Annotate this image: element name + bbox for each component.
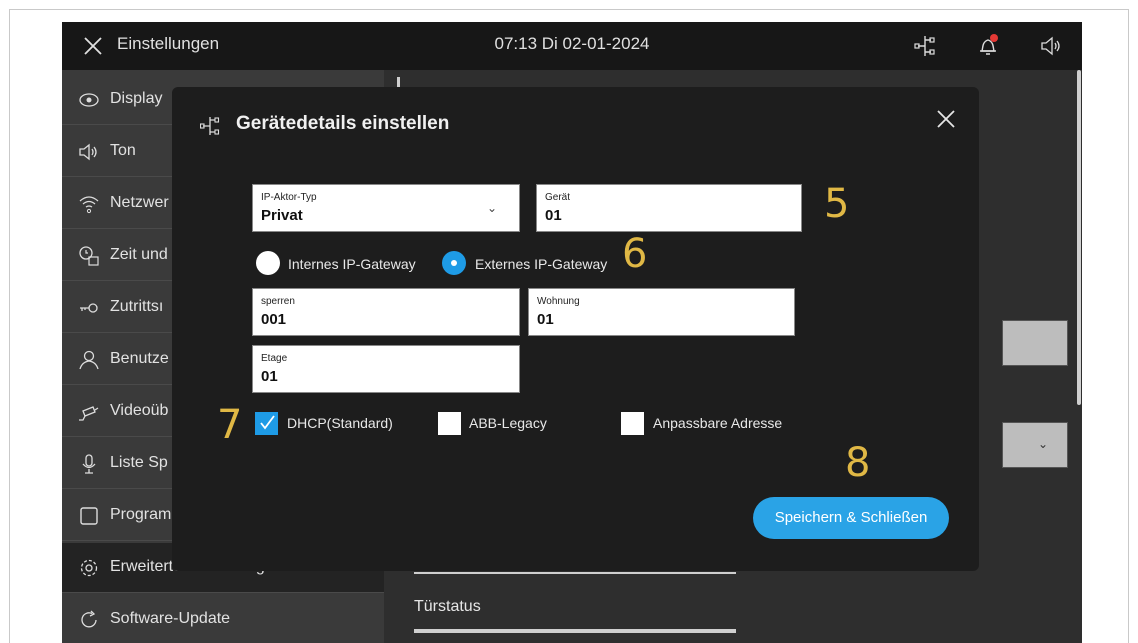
callout-number: 6 <box>622 231 648 277</box>
content-scrollbar[interactable] <box>1077 70 1081 405</box>
sidebar-item-label: Software-Update <box>110 610 231 627</box>
checkmark-icon <box>260 415 275 430</box>
door-status-label: Türstatus <box>414 598 481 615</box>
sidebar-item-label: Zutrittsı <box>110 298 164 315</box>
camera-icon <box>79 406 99 421</box>
microphone-icon <box>82 454 96 474</box>
callout-number: 7 <box>217 402 243 448</box>
callout-number: 5 <box>824 181 850 227</box>
floor-field[interactable]: Etage 01 <box>252 345 520 393</box>
eye-icon <box>79 93 99 107</box>
lock-field[interactable]: sperren 001 <box>252 288 520 336</box>
background-dropdown[interactable]: ⌄ <box>1002 422 1068 468</box>
clock-calendar-icon <box>79 246 99 266</box>
checkbox-label: DHCP(Standard) <box>287 415 393 431</box>
checkbox-dhcp[interactable] <box>255 412 278 435</box>
field-label: sperren <box>261 296 295 307</box>
network-tree-icon[interactable] <box>914 34 936 58</box>
sidebar-item-label: Benutze <box>110 350 169 367</box>
sidebar-item-label: Ton <box>110 142 136 159</box>
radio-label: Internes IP-Gateway <box>288 256 416 272</box>
field-label: Gerät <box>545 192 571 203</box>
gear-icon <box>80 559 98 577</box>
device-field[interactable]: Gerät 01 <box>536 184 802 232</box>
field-label: Wohnung <box>537 296 580 307</box>
field-value: 01 <box>537 311 554 328</box>
close-icon[interactable] <box>934 107 958 131</box>
dialog-title: Gerätedetails einstellen <box>236 113 450 134</box>
field-label: IP-Aktor-Typ <box>261 192 317 203</box>
radio-label: Externes IP-Gateway <box>475 256 608 272</box>
radio-internal-gateway[interactable] <box>256 251 280 275</box>
chevron-down-icon: ⌄ <box>486 201 497 215</box>
sidebar-item-label: Liste Sp <box>110 454 168 471</box>
checkbox-abb-legacy[interactable] <box>438 412 461 435</box>
callout-number: 8 <box>845 440 871 486</box>
sidebar-item-label: Display <box>110 90 163 107</box>
sidebar-item-label: Netzwer <box>110 194 169 211</box>
top-bar: Einstellungen 07:13 Di 02-01-2024 <box>62 22 1082 70</box>
device-details-dialog: Gerätedetails einstellen IP-Aktor-Typ Pr… <box>172 87 979 571</box>
checkbox-label: Anpassbare Adresse <box>653 415 783 431</box>
checkbox-custom-address[interactable] <box>621 412 644 435</box>
network-tree-icon <box>200 117 220 135</box>
field-label: Etage <box>261 353 288 364</box>
radio-external-gateway[interactable] <box>442 251 466 275</box>
sidebar-item-software-update[interactable]: Software-Update <box>62 595 384 643</box>
background-field[interactable] <box>414 629 736 633</box>
field-value: 001 <box>261 311 287 328</box>
save-and-close-button[interactable]: Speichern & Schließen <box>753 497 949 539</box>
field-value: 01 <box>545 207 562 224</box>
wifi-icon <box>79 196 99 214</box>
speaker-icon[interactable] <box>1040 34 1062 58</box>
ip-actor-type-select[interactable]: IP-Aktor-Typ Privat ⌄ <box>252 184 520 232</box>
refresh-icon <box>81 610 97 628</box>
user-icon <box>79 350 99 370</box>
field-value: 01 <box>261 368 278 385</box>
field-value: Privat <box>261 207 303 224</box>
sidebar-item-label: Videoüb <box>110 402 169 419</box>
sidebar-item-label: Program <box>110 506 172 523</box>
apartment-field[interactable]: Wohnung 01 <box>528 288 795 336</box>
chevron-down-icon: ⌄ <box>1038 437 1049 451</box>
key-icon <box>80 303 98 313</box>
sidebar-item-label: Zeit und <box>110 246 168 263</box>
notification-badge <box>990 34 998 42</box>
background-input[interactable] <box>1002 320 1068 366</box>
background-divider <box>414 572 736 574</box>
bell-icon[interactable] <box>977 34 999 58</box>
square-icon <box>80 507 98 525</box>
speaker-icon <box>79 143 97 161</box>
checkbox-label: ABB-Legacy <box>469 415 547 431</box>
